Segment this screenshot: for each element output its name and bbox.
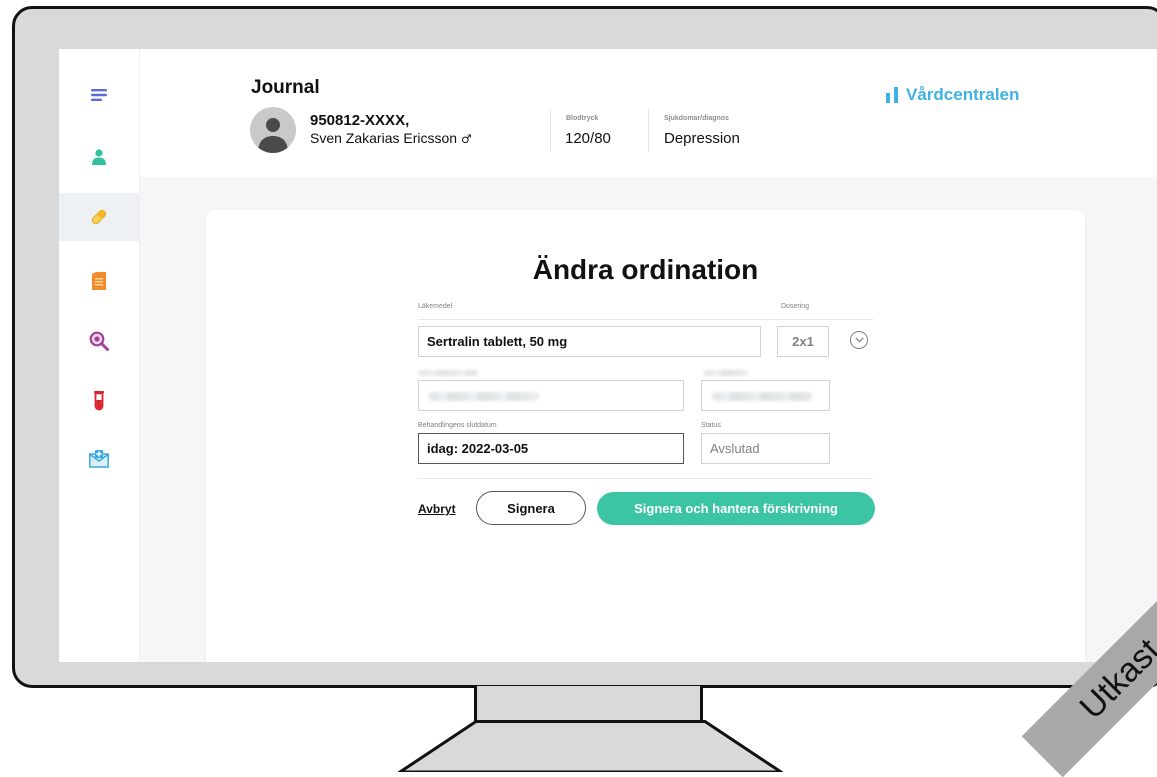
- app-screen: Journal 950812-XXXX, Sven Zakarias Erics…: [59, 49, 1157, 662]
- brand-logo: Vårdcentralen: [886, 85, 1019, 105]
- status-label: Status: [701, 422, 721, 429]
- prescription-card: Ändra ordination Läkemedel Dosering Sert…: [206, 210, 1085, 662]
- dosage-label: Dosering: [781, 303, 810, 310]
- page-title: Journal: [251, 77, 320, 98]
- redacted-value: [712, 392, 812, 401]
- monitor-stand-base: [398, 720, 783, 772]
- medical-mail-icon: [89, 450, 109, 468]
- medicine-label: Läkemedel: [418, 303, 453, 310]
- form-title: Ändra ordination: [532, 254, 759, 285]
- patient-name: Sven Zakarias Ericsson ♂: [310, 130, 472, 146]
- sidebar-item-documents[interactable]: [59, 257, 139, 305]
- patient-id: 950812-XXXX,: [310, 112, 410, 129]
- redacted-label: [418, 370, 478, 376]
- avatar: [250, 107, 296, 153]
- blood-pressure-value: 120/80: [565, 130, 611, 147]
- cancel-link[interactable]: Avbryt: [418, 502, 456, 516]
- gender-icon: ♂: [460, 132, 472, 146]
- document-icon: [92, 272, 106, 290]
- test-tube-icon: [94, 391, 104, 411]
- sign-button[interactable]: Signera: [476, 491, 586, 525]
- diagnosis-label: Sjukdomar/diagnos: [664, 115, 729, 122]
- sign-and-manage-button[interactable]: Signera och hantera förskrivning: [597, 492, 875, 525]
- person-icon: [92, 149, 106, 165]
- divider: [648, 109, 649, 151]
- blood-pressure-label: Blodtryck: [566, 115, 599, 122]
- medicine-field[interactable]: Sertralin tablett, 50 mg: [418, 326, 761, 357]
- sidebar: [59, 49, 140, 662]
- monitor-stand-neck: [474, 686, 703, 723]
- divider: [418, 478, 873, 479]
- brand-bars-icon: [886, 87, 898, 103]
- journal-header: Journal 950812-XXXX, Sven Zakarias Erics…: [140, 49, 1157, 177]
- monitor-frame: Journal 950812-XXXX, Sven Zakarias Erics…: [12, 6, 1157, 688]
- patient-name-text: Sven Zakarias Ericsson: [310, 130, 458, 146]
- pill-icon: [91, 209, 107, 225]
- redacted-value: [429, 392, 539, 401]
- redacted-field[interactable]: [701, 380, 830, 411]
- sidebar-item-patient[interactable]: [59, 133, 139, 181]
- sidebar-item-medication[interactable]: [59, 193, 139, 241]
- brand-name: Vårdcentralen: [906, 85, 1020, 104]
- menu-icon: [91, 89, 107, 101]
- end-date-field[interactable]: idag: 2022-03-05: [418, 433, 684, 464]
- sidebar-item-menu[interactable]: [59, 71, 139, 119]
- status-field[interactable]: Avslutad: [701, 433, 830, 464]
- sidebar-item-search[interactable]: [59, 317, 139, 365]
- redacted-label: [703, 370, 748, 376]
- redacted-field[interactable]: [418, 380, 684, 411]
- divider: [550, 109, 551, 151]
- divider: [418, 319, 873, 320]
- sidebar-item-lab[interactable]: [59, 377, 139, 425]
- dosage-field[interactable]: 2x1: [777, 326, 829, 357]
- sidebar-item-messages[interactable]: [59, 435, 139, 483]
- end-date-label: Behandlingens slutdatum: [418, 422, 497, 429]
- person-avatar-icon: [258, 118, 288, 153]
- magnifier-icon: [89, 331, 109, 351]
- chevron-down-icon: [854, 337, 864, 343]
- diagnosis-value: Depression: [664, 130, 740, 147]
- expand-button[interactable]: [850, 331, 868, 349]
